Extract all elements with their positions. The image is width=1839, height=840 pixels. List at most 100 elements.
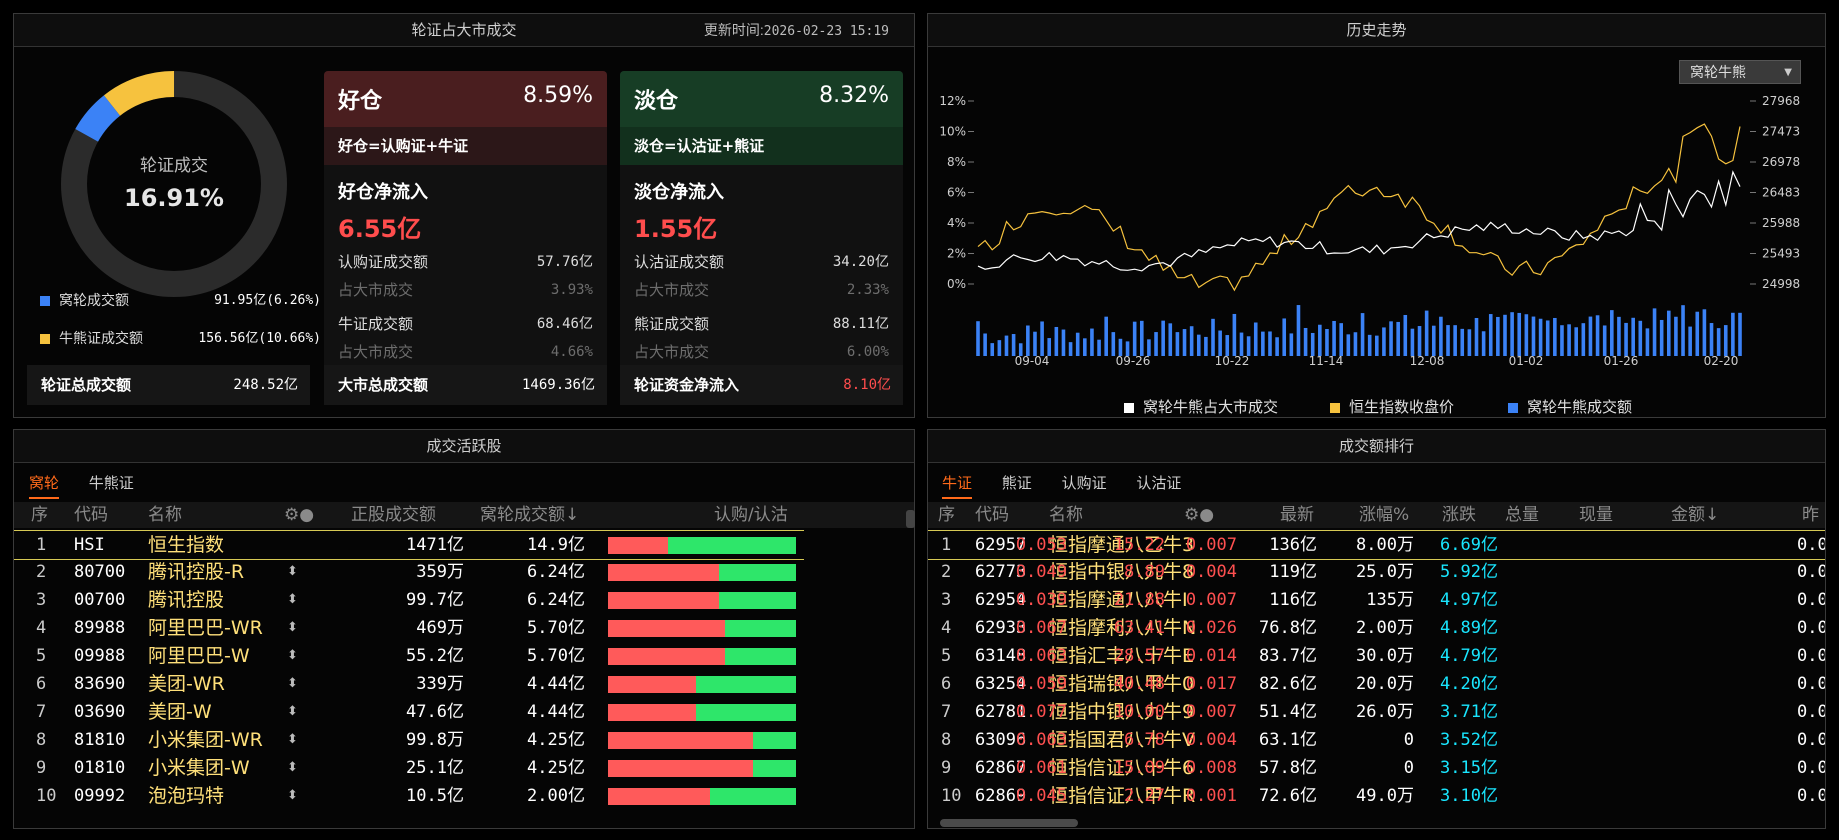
sort-icon[interactable]: ⬍ <box>287 726 298 754</box>
row-volume: 72.6亿 <box>1259 786 1317 806</box>
table-row[interactable]: 4 62933 恒指摩利八八牛N 0.067 63.41 0.026 76.8亿 2.00万 4… <box>928 614 1825 642</box>
horizontal-scrollbar[interactable] <box>940 819 1078 827</box>
sort-icon[interactable]: ⬍ <box>287 614 298 642</box>
table-row[interactable]: 4 89988 阿里巴巴-WR ⬍ 469万 5.70亿 <box>14 614 804 642</box>
table-row[interactable]: 10 62869 恒指信证八甲牛R 0.045 2.27 0.001 72.6亿 49.0万 3… <box>928 782 1825 810</box>
table-row[interactable]: 1 62957 恒指摩通八乙牛3 0.053 15.22 0.007 136亿 8.00万 6.… <box>928 530 1825 560</box>
volume-bar <box>1232 313 1237 356</box>
row-volume: 76.8亿 <box>1259 618 1317 638</box>
volume-bar <box>1346 334 1351 356</box>
tab-cbbc[interactable]: 牛熊证 <box>89 472 134 497</box>
bear-card: 淡仓 8.32% 淡仓=认沽证+熊证 淡仓净流入 1.55亿 认沽证成交额 34.… <box>620 71 903 381</box>
bull-flow-label: 好仓净流入 <box>338 182 428 203</box>
row-prev: 0.0 <box>1797 758 1825 778</box>
settings-icon: ⚙● <box>1184 505 1215 525</box>
row-current-volume: 0 <box>1403 758 1414 778</box>
sort-icon[interactable]: ⬍ <box>287 670 298 698</box>
row-index: 9 <box>941 758 952 778</box>
tab-put[interactable]: 认沽证 <box>1136 472 1181 497</box>
table-row[interactable]: 10 09992 泡泡玛特 ⬍ 10.5亿 2.00亿 <box>14 782 804 810</box>
row-name: 阿里巴巴-WR <box>148 617 263 639</box>
volume-bar <box>1738 312 1742 356</box>
sort-icon[interactable]: ⬍ <box>287 558 298 586</box>
table-row[interactable]: 2 80700 腾讯控股-R ⬍ 359万 6.24亿 <box>14 558 804 586</box>
table-row[interactable]: 9 01810 小米集团-W ⬍ 25.1亿 4.25亿 <box>14 754 804 782</box>
volume-bar <box>1481 331 1486 356</box>
table-row[interactable]: 7 62781 恒指中银八九牛9 0.077 10.00 0.007 51.4亿 26.0万 3… <box>928 698 1825 726</box>
call-put-ratio-bar <box>608 620 796 637</box>
row-stock-amount: 339万 <box>416 674 464 694</box>
table-row[interactable]: 6 63254 恒指瑞银八甲牛0 0.059 40.48 0.017 82.6亿 20.0万 4… <box>928 670 1825 698</box>
table-row[interactable]: 8 81810 小米集团-WR ⬍ 99.8万 4.25亿 <box>14 726 804 754</box>
table-row[interactable]: 5 09988 阿里巴巴-W ⬍ 55.2亿 5.70亿 <box>14 642 804 670</box>
volume-bar <box>1581 323 1586 356</box>
legend-swatch <box>40 296 50 306</box>
row-index: 6 <box>941 674 952 694</box>
sort-icon[interactable]: ⬍ <box>287 754 298 782</box>
row-current-volume: 49.0万 <box>1356 786 1414 806</box>
row-current-volume: 0 <box>1403 730 1414 750</box>
volume-bar <box>1139 320 1144 356</box>
row-code: 89988 <box>74 618 126 638</box>
row-name: 恒指中银八九牛8 <box>1049 561 1195 583</box>
volume-bar <box>1595 315 1600 356</box>
sort-icon[interactable]: ⬍ <box>287 642 298 670</box>
row-change-pct: 28.57 <box>1113 646 1165 666</box>
table-row[interactable]: 9 62867 恒指信证八十牛6 0.061 15.09 0.008 57.8亿 0 3.15亿… <box>928 754 1825 782</box>
volume-bar <box>1553 317 1557 356</box>
row-last: 0.045 <box>1015 786 1067 806</box>
volume-bar <box>1652 308 1657 356</box>
row-name: 美团-WR <box>148 673 225 695</box>
table-row[interactable]: 8 63096 恒指国君八十牛V 0.063 6.78 0.004 63.1亿 0 3.52亿 0… <box>928 726 1825 754</box>
row-change-pct: 2.27 <box>1124 786 1165 806</box>
volume-bar <box>1574 327 1579 356</box>
volume-bar <box>1239 332 1244 356</box>
sort-icon[interactable]: ⬍ <box>287 782 298 810</box>
table-row[interactable]: 6 83690 美团-WR ⬍ 339万 4.44亿 <box>14 670 804 698</box>
history-trend-panel: 历史走势 窝轮牛熊 ▼ 12% 10% 8% 6% 4% 2% 0% 27968 27473 26… <box>927 13 1826 418</box>
table-row[interactable]: 3 00700 腾讯控股 ⬍ 99.7亿 6.24亿 <box>14 586 804 614</box>
row-change: 0.026 <box>1185 618 1237 638</box>
row-warrant-amount: 6.24亿 <box>527 562 585 582</box>
row-change-pct: 10.00 <box>1113 702 1165 722</box>
legend-share[interactable]: 窝轮牛熊占大市成交 <box>1124 396 1278 417</box>
volume-bar <box>1367 334 1372 356</box>
rank-table-header: 序 代码 名称 ⚙● 最新 涨幅% 涨跌 总量 现量 金额↓ 昨 <box>928 502 1825 528</box>
volume-bar <box>1424 310 1429 356</box>
row-index: 10 <box>941 786 962 806</box>
tab-bear[interactable]: 熊证 <box>1002 472 1032 497</box>
row-warrant-amount: 6.24亿 <box>527 590 585 610</box>
volume-bar <box>1211 318 1215 356</box>
volume-bar <box>1068 342 1073 356</box>
legend-volume[interactable]: 窝轮牛熊成交额 <box>1508 396 1632 417</box>
row-current-volume: 20.0万 <box>1356 674 1414 694</box>
row-amount: 3.71亿 <box>1440 702 1498 722</box>
row-prev: 0.0 <box>1797 590 1825 610</box>
table-row[interactable]: 3 62954 恒指摩通八八牛I 0.039 21.88 0.007 116亿 135万 4.9… <box>928 586 1825 614</box>
row-warrant-amount: 5.70亿 <box>527 618 585 638</box>
table-row[interactable]: 5 63148 恒指汇丰八十牛E 0.063 28.57 0.014 83.7亿 30.0万 4… <box>928 642 1825 670</box>
tab-call[interactable]: 认购证 <box>1062 472 1107 497</box>
volume-bar <box>1538 318 1543 356</box>
row-volume: 119亿 <box>1269 562 1317 582</box>
tab-bull[interactable]: 牛证 <box>942 472 973 499</box>
row-change: 0.008 <box>1185 758 1237 778</box>
scrollbar[interactable] <box>906 510 915 528</box>
volume-bar <box>1261 331 1265 356</box>
call-put-ratio-bar <box>608 537 796 554</box>
row-last: 0.049 <box>1015 562 1067 582</box>
tab-warrant[interactable]: 窝轮 <box>29 472 60 499</box>
table-row[interactable]: 2 62773 恒指中银八九牛8 0.049 8.89 0.004 119亿 25.0万 5.9… <box>928 558 1825 586</box>
sort-icon[interactable]: ⬍ <box>287 698 298 726</box>
volume-bar <box>1054 326 1059 356</box>
sort-icon[interactable]: ⬍ <box>287 586 298 614</box>
volume-bar <box>1631 317 1635 356</box>
volume-bar <box>1353 332 1358 356</box>
volume-bar <box>1189 326 1194 356</box>
legend-hsi[interactable]: 恒生指数收盘价 <box>1330 396 1454 417</box>
table-row[interactable]: 7 03690 美团-W ⬍ 47.6亿 4.44亿 <box>14 698 804 726</box>
volume-bar <box>1731 312 1735 356</box>
volume-bar <box>1439 316 1443 356</box>
table-row[interactable]: 1 HSI 恒生指数 1471亿 14.9亿 <box>14 530 804 560</box>
volume-bar <box>1375 335 1379 356</box>
